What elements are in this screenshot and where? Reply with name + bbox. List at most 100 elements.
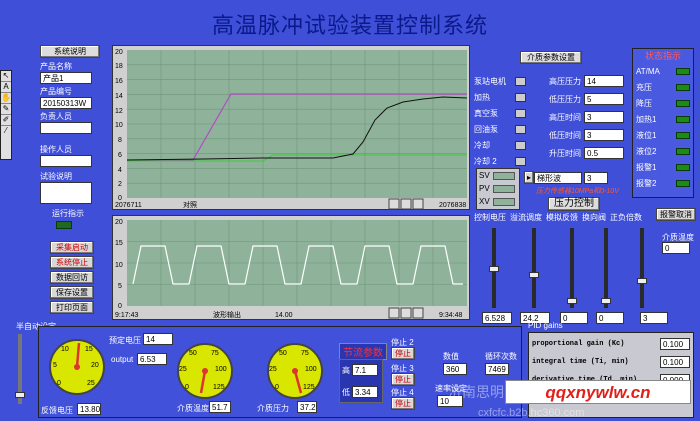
- pulse-params-header: 节流参数: [339, 343, 387, 360]
- slider-thumb[interactable]: [15, 392, 25, 398]
- brush-tool-icon[interactable]: ⁄: [1, 126, 11, 137]
- output-label: output: [111, 355, 134, 364]
- slider-label: 正负倍数: [610, 213, 642, 222]
- gauge-tick: 125: [213, 384, 225, 391]
- high-label: 高: [342, 365, 350, 375]
- switch-label: 冷却 2: [474, 156, 497, 166]
- kc-field[interactable]: 0.100: [660, 338, 690, 350]
- analog-feedback-value: 0: [560, 312, 588, 324]
- wave-select[interactable]: ▸ 梯形波 3: [524, 171, 608, 184]
- slider-labels: 控制电压 溢流调度 模拟反馈 换向阀 正负倍数: [474, 212, 694, 223]
- color-tool-icon[interactable]: ✐: [1, 115, 11, 126]
- slider-thumb[interactable]: [567, 298, 577, 304]
- switch-label: 冷却: [474, 140, 490, 150]
- medium-params-header: 介质参数设置: [520, 51, 582, 64]
- zoom-tool-icon[interactable]: [388, 307, 400, 319]
- feedback-voltage-gauge: 0 5 10 15 20 25: [49, 339, 105, 395]
- slider-label: 换向阀: [582, 213, 606, 222]
- zoom-tool-icon[interactable]: [388, 198, 400, 210]
- operator-field[interactable]: [40, 155, 92, 167]
- ti-field[interactable]: 0.100: [660, 356, 690, 368]
- gauge-tick: 25: [179, 366, 187, 373]
- low-time-field[interactable]: 3: [584, 129, 624, 141]
- stop-2-button[interactable]: 停止: [391, 347, 415, 360]
- gauge1-label: 反馈电压: [41, 406, 73, 415]
- legend-swatch: [493, 171, 515, 180]
- wave-select-arrow-icon[interactable]: ▸: [524, 171, 534, 184]
- return-pump-switch[interactable]: [515, 124, 526, 134]
- switch-label: 泵站电机: [474, 76, 506, 86]
- heat-switch[interactable]: [515, 92, 526, 102]
- save-settings-button[interactable]: 保存设置: [50, 286, 94, 299]
- run-indicator-led: [56, 221, 72, 229]
- slider-thumb[interactable]: [529, 272, 539, 278]
- stop-4-button[interactable]: 停止: [391, 397, 415, 410]
- high-pressure-field[interactable]: 14: [584, 75, 624, 87]
- slider-thumb[interactable]: [637, 278, 647, 284]
- stop-3-button[interactable]: 停止: [391, 373, 415, 386]
- bottom-y-tick: 15: [115, 240, 123, 247]
- multiplier-value: 3: [640, 312, 668, 324]
- status-led: [676, 179, 690, 187]
- text-tool-icon[interactable]: A: [1, 82, 11, 93]
- analog-feedback-slider[interactable]: [567, 228, 577, 308]
- set-voltage-field[interactable]: 14: [143, 333, 173, 345]
- probe-tool-icon[interactable]: ✎: [1, 104, 11, 115]
- magnify-tool-icon[interactable]: [400, 307, 412, 319]
- wave-type-field[interactable]: 梯形波: [534, 171, 582, 184]
- status-label: AT/MA: [636, 66, 660, 76]
- magnify-tool-icon[interactable]: [400, 198, 412, 210]
- cooling-2-switch[interactable]: [515, 156, 526, 166]
- multiplier-slider[interactable]: [637, 228, 647, 308]
- rise-time-field[interactable]: 0.5: [584, 147, 624, 159]
- half-auto-slider[interactable]: [15, 334, 25, 404]
- product-id-field[interactable]: 20150313W: [40, 97, 92, 109]
- high-time-field[interactable]: 3: [584, 111, 624, 123]
- status-label: 加热1: [636, 114, 657, 124]
- pan-tool-icon[interactable]: [412, 307, 424, 319]
- print-page-button[interactable]: 打印页面: [50, 301, 94, 314]
- pan-tool-icon[interactable]: [412, 198, 424, 210]
- low-pressure-field[interactable]: 5: [584, 93, 624, 105]
- gauge2-value: 51.7: [209, 401, 231, 413]
- start-acquire-button[interactable]: 采集启动: [50, 241, 94, 254]
- status-label: 液位1: [636, 130, 657, 140]
- gauge-tick: 100: [215, 366, 227, 373]
- operate-tool-icon[interactable]: ↖: [1, 71, 11, 82]
- top-chart-svg: 20 18 16 14 12 10 8 6 4 2 0 2076711 对照 2…: [115, 49, 468, 210]
- top-y-tick: 18: [115, 63, 123, 70]
- slider-thumb[interactable]: [489, 266, 499, 272]
- product-name-label: 产品名称: [40, 62, 72, 71]
- overflow-slider[interactable]: [529, 228, 539, 308]
- slider-thumb[interactable]: [601, 298, 611, 304]
- sensor-note: 压力传感器10MPa和0-10V: [536, 188, 619, 195]
- direction-valve-slider[interactable]: [601, 228, 611, 308]
- test-note-label: 试验说明: [40, 172, 72, 181]
- control-voltage-slider[interactable]: [489, 228, 499, 308]
- data-review-button[interactable]: 数据回访: [50, 271, 94, 284]
- low-value-field[interactable]: 3.34: [352, 386, 378, 398]
- switch-column: 泵站电机 加热 真空泵 回油泵 冷却 冷却 2: [474, 73, 526, 169]
- top-y-tick: 6: [118, 152, 122, 159]
- tool-palette: ↖ A ✋ ✎ ✐ ⁄: [0, 70, 12, 160]
- bottom-x-value: 14.00: [275, 312, 293, 319]
- wave-value-field[interactable]: 3: [584, 171, 608, 184]
- slider-label: 模拟反馈: [546, 213, 578, 222]
- hand-tool-icon[interactable]: ✋: [1, 93, 11, 104]
- gauge-tick: 0: [185, 384, 189, 391]
- param-label: 高压压力: [549, 76, 581, 86]
- system-stop-button[interactable]: 系统停止: [50, 256, 94, 269]
- gauge-tick: 0: [57, 380, 61, 387]
- bottom-x-start: 9:17:43: [115, 312, 138, 319]
- cooling-switch[interactable]: [515, 140, 526, 150]
- gauge-tick: 10: [61, 346, 69, 353]
- medium-temp-value: 0: [662, 242, 690, 254]
- person-in-charge-field[interactable]: [40, 122, 92, 134]
- gauge-tick: 100: [305, 366, 317, 373]
- pump-motor-switch[interactable]: [515, 76, 526, 86]
- product-name-field[interactable]: 产品1: [40, 72, 92, 84]
- test-note-field[interactable]: [40, 182, 92, 204]
- high-value-field[interactable]: 7.1: [352, 364, 378, 376]
- gauge3-value: 37.2: [297, 401, 317, 413]
- vacuum-pump-switch[interactable]: [515, 108, 526, 118]
